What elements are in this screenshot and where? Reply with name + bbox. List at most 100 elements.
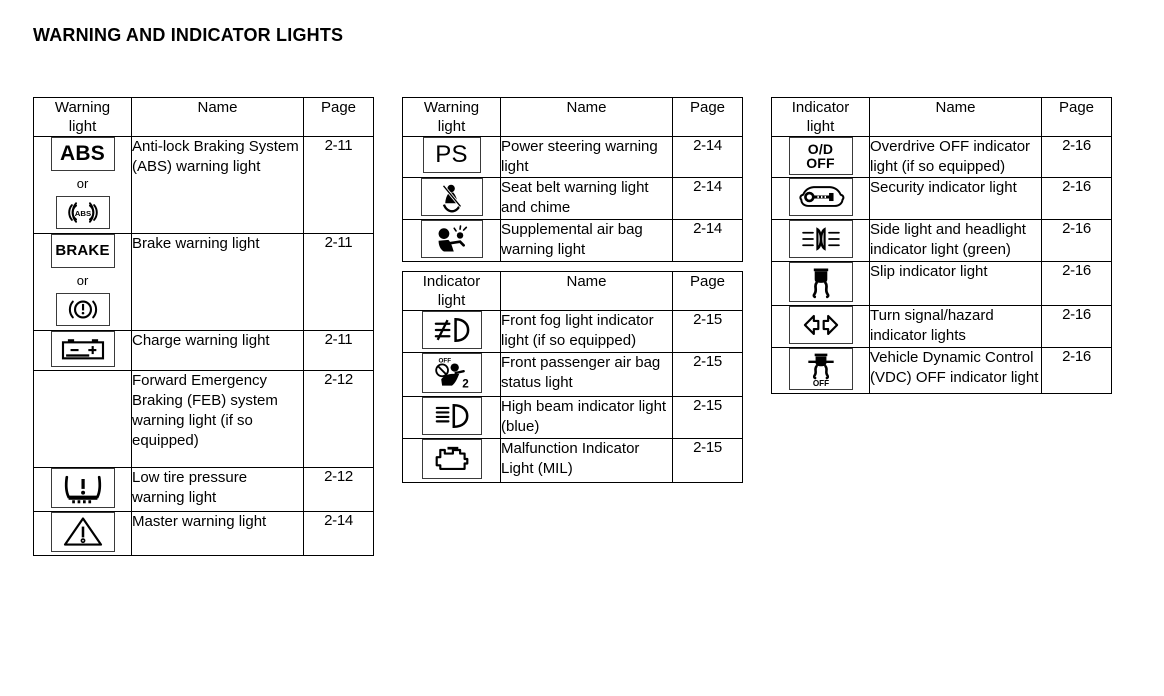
table-column-middle: Warning light Name Page PS Power steerin… (402, 97, 743, 483)
svg-text:OFF: OFF (812, 379, 828, 388)
brake-exclamation-circle-symbol-icon (55, 293, 110, 326)
icon-cell (402, 438, 501, 483)
brake-label: BRAKE (55, 242, 110, 260)
header-name: Name (869, 97, 1042, 137)
malfunction-engine-symbol-icon (421, 439, 482, 479)
name-cell: High beam indicator light (blue) (500, 396, 673, 439)
page-cell: 2-15 (672, 310, 743, 353)
icon-cell (402, 396, 501, 439)
icon-cell (33, 511, 132, 556)
brake-text-symbol-icon: BRAKE (50, 234, 115, 268)
warning-lights-table-2: Warning light Name Page PS Power steerin… (402, 97, 743, 262)
high-beam-symbol-icon (421, 397, 482, 435)
page-cell: 2-15 (672, 352, 743, 397)
icon-cell: BRAKE or (33, 233, 132, 331)
header-warning-light: Warning light (33, 97, 132, 137)
svg-text:OFF: OFF (438, 358, 451, 365)
page-cell: 2-14 (303, 511, 374, 556)
table-row: Turn signal/hazard indicator lights 2-16 (771, 305, 1112, 348)
svg-text:2: 2 (462, 377, 469, 390)
name-cell: Slip indicator light (869, 261, 1042, 306)
icon-cell: OFF 2 (402, 352, 501, 397)
table-column-right: Indicator light Name Page O/D OFF Overdr… (771, 97, 1112, 394)
icon-cell (402, 177, 501, 220)
front-fog-light-symbol-icon (421, 311, 482, 349)
table-row: OFF 2 Front passenger air bag status lig… (402, 352, 743, 397)
indicator-lights-table-2: Indicator light Name Page O/D OFF Overdr… (771, 97, 1112, 394)
tire-pressure-symbol-icon (50, 468, 115, 508)
page-cell: 2-16 (1041, 261, 1112, 306)
page-cell: 2-16 (1041, 136, 1112, 178)
abs-circle-symbol-icon: ABS (55, 196, 110, 229)
header-indicator-light: Indicator light (402, 271, 501, 311)
header-page: Page (1041, 97, 1112, 137)
page-cell: 2-12 (303, 370, 374, 468)
table-row: Front fog light indicator light (if so e… (402, 310, 743, 353)
table-header-row: Indicator light Name Page (771, 97, 1112, 137)
name-cell: Malfunction Indicator Light (MIL) (500, 438, 673, 483)
header-line-2: light (437, 292, 466, 309)
icon-cell: ABS or ABS (33, 136, 132, 234)
table-row: O/D OFF Overdrive OFF indicator light (i… (771, 136, 1112, 178)
icon-cell (402, 310, 501, 353)
icon-cell (33, 330, 132, 371)
or-separator-label: or (76, 176, 89, 191)
name-cell: Front fog light indicator light (if so e… (500, 310, 673, 353)
page-cell: 2-16 (1041, 177, 1112, 220)
header-page: Page (672, 271, 743, 311)
or-separator-label: or (76, 273, 89, 288)
header-name: Name (500, 271, 673, 311)
power-steering-ps-symbol-icon: PS (422, 137, 481, 173)
vdc-off-symbol-icon: OFF (788, 348, 853, 390)
header-line-2: light (437, 118, 466, 135)
table-row: Supplemental air bag warning light 2-14 (402, 219, 743, 262)
page-cell: 2-15 (672, 396, 743, 439)
header-line-1: Indicator (791, 99, 850, 116)
name-cell: Charge warning light (131, 330, 304, 371)
page-cell: 2-11 (303, 136, 374, 234)
name-cell: Vehicle Dynamic Control (VDC) OFF indica… (869, 347, 1042, 394)
master-warning-triangle-symbol-icon (50, 512, 115, 552)
table-header-row: Indicator light Name Page (402, 271, 743, 311)
table-row: Security indicator light 2-16 (771, 177, 1112, 220)
header-page: Page (303, 97, 374, 137)
icon-cell-empty (33, 370, 132, 468)
header-name: Name (500, 97, 673, 137)
warning-indicator-tables: Warning light Name Page ABS or ABS Anti-… (33, 97, 1133, 556)
name-cell: Forward Emergency Braking (FEB) system w… (131, 370, 304, 468)
slip-indicator-symbol-icon (788, 262, 853, 302)
header-name: Name (131, 97, 304, 137)
icon-cell (771, 261, 870, 306)
page-cell: 2-14 (672, 136, 743, 178)
name-cell: Master warning light (131, 511, 304, 556)
icon-cell: PS (402, 136, 501, 178)
icon-cell (771, 219, 870, 262)
table-row: BRAKE or Brake warning light 2-11 (33, 233, 374, 331)
turn-signal-hazard-symbol-icon (788, 306, 853, 344)
table-row: Master warning light 2-14 (33, 511, 374, 556)
icon-cell (771, 305, 870, 348)
table-row: Malfunction Indicator Light (MIL) 2-15 (402, 438, 743, 483)
indicator-lights-table-1: Indicator light Name Page Front fog ligh… (402, 271, 743, 483)
svg-text:ABS: ABS (74, 209, 90, 218)
page-cell: 2-16 (1041, 219, 1112, 262)
page-title: WARNING AND INDICATOR LIGHTS (33, 25, 344, 45)
passenger-air-bag-off-symbol-icon: OFF 2 (421, 353, 482, 393)
name-cell: Low tire pressure warning light (131, 467, 304, 512)
page-cell: 2-11 (303, 233, 374, 331)
battery-charge-symbol-icon (50, 331, 115, 367)
table-row: PS Power steering warning light 2-14 (402, 136, 743, 178)
header-indicator-light: Indicator light (771, 97, 870, 137)
header-line-1: Indicator (422, 273, 481, 290)
header-line-2: light (806, 118, 835, 135)
abs-label: ABS (60, 142, 105, 166)
icon-cell (402, 219, 501, 262)
air-bag-symbol-icon (420, 220, 483, 258)
page-cell: 2-11 (303, 330, 374, 371)
name-cell: Supplemental air bag warning light (500, 219, 673, 262)
name-cell: Turn signal/hazard indicator lights (869, 305, 1042, 348)
abs-text-symbol-icon: ABS (50, 137, 115, 171)
side-headlight-symbol-icon (788, 220, 853, 258)
table-row: High beam indicator light (blue) 2-15 (402, 396, 743, 439)
name-cell: Overdrive OFF indicator light (if so equ… (869, 136, 1042, 178)
